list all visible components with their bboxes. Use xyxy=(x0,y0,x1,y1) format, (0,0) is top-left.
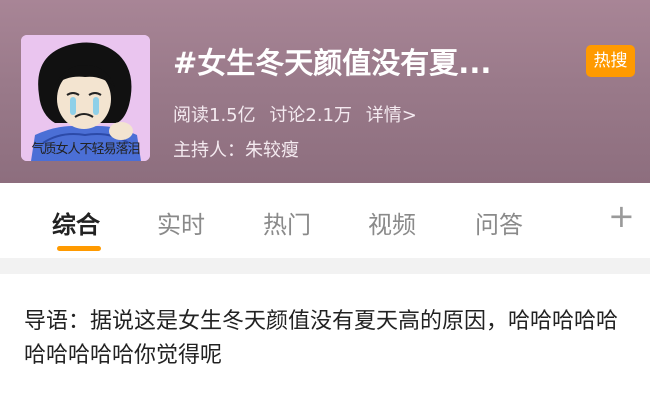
tab-hot[interactable]: 热门 xyxy=(263,205,311,240)
tab-realtime[interactable]: 实时 xyxy=(157,205,205,240)
details-link[interactable]: 详情> xyxy=(366,105,417,126)
topic-intro: 导语：据说这是女生冬天颜值没有夏天高的原因，哈哈哈哈哈哈哈哈哈哈你觉得呢 xyxy=(24,309,619,368)
section-divider xyxy=(0,258,650,274)
topic-stats: 阅读1.5亿 讨论2.1万 详情> xyxy=(173,101,425,127)
add-tab-plus-icon[interactable]: + xyxy=(608,200,635,232)
thumbnail-caption: 气质女人不轻易落泪 xyxy=(31,142,140,157)
hot-badge: 热搜 xyxy=(586,45,635,77)
active-tab-indicator xyxy=(57,246,101,251)
tab-comprehensive[interactable]: 综合 xyxy=(52,205,100,240)
tab-qa[interactable]: 问答 xyxy=(475,205,523,240)
tab-video[interactable]: 视频 xyxy=(368,205,416,240)
topic-thumbnail[interactable]: 气质女人不轻易落泪 xyxy=(21,35,150,161)
topic-title: #女生冬天颜值没有夏... xyxy=(173,46,492,80)
discussion-count: 讨论2.1万 xyxy=(269,105,353,126)
tab-bar: 综合 实时 热门 视频 问答 + xyxy=(0,183,650,258)
read-count: 阅读1.5亿 xyxy=(173,105,256,126)
topic-header: 气质女人不轻易落泪 #女生冬天颜值没有夏... 热搜 阅读1.5亿 讨论2.1万… xyxy=(0,0,650,183)
topic-host[interactable]: 主持人：朱较瘦 xyxy=(173,136,299,162)
